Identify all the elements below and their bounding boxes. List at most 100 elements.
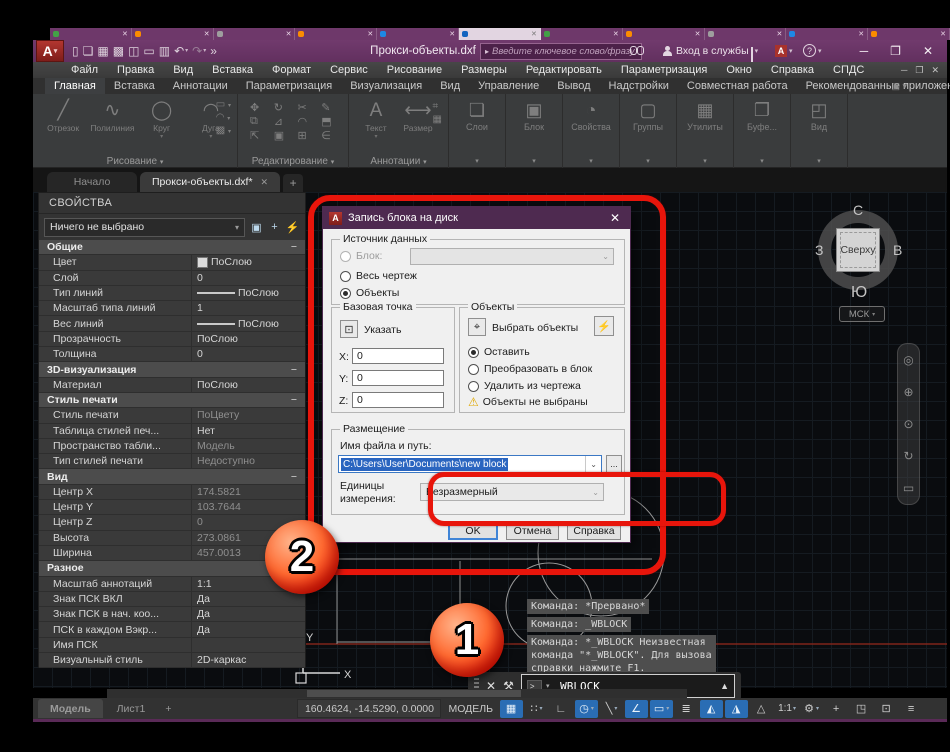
property-row[interactable]: Знак ПСК в нач. коо... Да — [39, 607, 305, 622]
status-toggle-icon[interactable]: ╲▾ — [600, 700, 623, 718]
status-toggle-icon[interactable]: ⚙▾ — [800, 700, 823, 718]
ribbon-panel-button[interactable]: ▢ Группы ▾ — [620, 94, 677, 168]
edit-tool-icon[interactable]: ◠ — [298, 115, 315, 128]
ribbon-tab[interactable]: Главная — [45, 78, 105, 94]
layout-tab[interactable]: Лист1 — [105, 699, 158, 718]
menu-item[interactable]: Формат — [272, 64, 311, 76]
property-row[interactable]: Центр X 174.5821 — [39, 485, 305, 500]
menu-item[interactable]: Вид — [173, 64, 193, 76]
status-toggle-icon[interactable]: 1:1▾ — [775, 700, 798, 718]
background-browser-tab[interactable]: ✕ — [214, 28, 296, 40]
ribbon-panel-button[interactable]: ❏ Слои ▾ — [449, 94, 506, 168]
property-value[interactable]: Да — [191, 607, 305, 621]
menu-item[interactable]: Сервис — [330, 64, 368, 76]
edit-tool-icon[interactable]: ↻ — [274, 101, 291, 114]
edit-tool-icon[interactable]: ✥ — [250, 101, 267, 114]
menu-item[interactable]: Размеры — [461, 64, 507, 76]
horizontal-scrollbar[interactable] — [107, 689, 687, 698]
scrollbar-thumb[interactable] — [307, 690, 521, 697]
status-toggle-icon[interactable]: ∠ — [625, 700, 648, 718]
ribbon-button[interactable]: ◯ Круг ▾ — [140, 100, 184, 140]
qat-button[interactable]: ❏ — [83, 45, 94, 57]
nav-tool-icon[interactable]: ⊕ — [903, 385, 913, 399]
signin-button[interactable]: Вход в службы▾ — [663, 45, 758, 57]
tab-close-icon[interactable]: ✕ — [122, 31, 128, 38]
layout-tab[interactable]: + — [159, 699, 177, 718]
ribbon-options-icon[interactable]: ▣ ▾ — [891, 81, 907, 92]
qat-button[interactable]: ◫ — [128, 45, 139, 57]
qat-button[interactable]: ▥ — [159, 45, 170, 57]
property-value[interactable]: Да — [191, 622, 305, 636]
background-browser-tab[interactable]: ✕ — [50, 28, 132, 40]
ribbon-tab[interactable]: Вид — [431, 78, 469, 94]
qat-button[interactable]: ▩ — [113, 45, 124, 57]
small-tool-icon[interactable]: ▦ — [433, 114, 442, 125]
tab-close-icon[interactable]: ✕ — [204, 31, 210, 38]
property-value[interactable]: ПоСлою — [191, 255, 305, 269]
panel-title[interactable]: Рисование ▾ — [33, 156, 237, 167]
property-row[interactable]: Прозрачность ПоСлою — [39, 332, 305, 347]
ribbon-panel-button[interactable]: ❐ Буфе... ▾ — [734, 94, 791, 168]
edit-tool-icon[interactable]: ✂ — [298, 101, 315, 114]
property-row[interactable]: Визуальный стиль 2D-каркас — [39, 653, 305, 668]
menu-item[interactable]: Рисование — [387, 64, 442, 76]
ribbon-panel-button[interactable]: ▣ Блок ▾ — [506, 94, 563, 168]
edit-tool-icon[interactable]: ⬒ — [321, 115, 338, 128]
edit-tool-icon[interactable]: ⊿ — [274, 115, 291, 128]
status-toggle-icon[interactable]: ◮ — [725, 700, 748, 718]
tab-close-icon[interactable]: ✕ — [613, 31, 619, 38]
background-browser-tab[interactable]: ✕ — [132, 28, 214, 40]
history-toggle-icon[interactable]: ▲ — [720, 681, 729, 691]
property-row[interactable]: Цвет ПоСлою — [39, 255, 305, 270]
property-row[interactable]: Масштаб типа линий 1 — [39, 301, 305, 316]
property-value[interactable]: 174.5821 — [191, 485, 305, 499]
status-toggle-icon[interactable]: ◭ — [700, 700, 723, 718]
selection-dropdown[interactable]: Ничего не выбрано▾ — [44, 218, 245, 237]
edit-tool-icon[interactable]: ✎ — [321, 101, 338, 114]
menu-item[interactable]: СПДС — [833, 64, 864, 76]
edit-tool-icon[interactable]: ∈ — [321, 129, 338, 142]
property-row[interactable]: Вес линий ПоСлою — [39, 316, 305, 331]
status-toggle-icon[interactable]: ◳ — [850, 700, 873, 718]
status-toggle-icon[interactable]: △ — [750, 700, 773, 718]
tab-close-icon[interactable]: ✕ — [776, 31, 782, 38]
status-toggle-icon[interactable]: + — [825, 700, 848, 718]
ribbon-tab[interactable]: Визуализация — [341, 78, 431, 94]
ribbon-tab[interactable]: Рекомендованные приложения — [797, 78, 950, 94]
viewcube-east[interactable]: В — [893, 242, 902, 258]
property-row[interactable]: Таблица стилей печ... Нет — [39, 424, 305, 439]
menu-item[interactable]: Параметризация — [621, 64, 707, 76]
help-search-input[interactable]: ▸ Введите ключевое слово/фразу — [480, 43, 642, 60]
status-toggle-icon[interactable]: ∷▾ — [525, 700, 548, 718]
tab-start[interactable]: Начало — [47, 172, 137, 192]
palette-tool-icon[interactable]: ⚡ — [285, 220, 300, 235]
tab-close-icon[interactable]: ✕ — [695, 31, 701, 38]
ribbon-tab[interactable]: Вывод — [548, 78, 599, 94]
property-row[interactable]: Масштаб аннотаций 1:1 — [39, 577, 305, 592]
property-value[interactable]: 0 — [191, 271, 305, 285]
ribbon-tab[interactable]: Вставка — [105, 78, 164, 94]
ribbon-tab[interactable]: Надстройки — [600, 78, 678, 94]
new-tab-button[interactable]: + — [283, 174, 303, 192]
qat-button[interactable]: ↶▾ — [174, 45, 188, 57]
maximize-button[interactable]: ❐ — [890, 44, 901, 58]
status-toggle-icon[interactable]: ▭▾ — [650, 700, 673, 718]
small-tool-icon[interactable]: ◠ ▾ — [216, 112, 231, 123]
property-value[interactable]: ПоСлою — [191, 332, 305, 346]
palette-title[interactable]: СВОЙСТВА — [39, 193, 305, 214]
menu-item[interactable]: Вставка — [212, 64, 253, 76]
ribbon-panel-button[interactable]: ◔ Свойства ▾ — [563, 94, 620, 168]
property-row[interactable]: Стиль печати ПоЦвету — [39, 408, 305, 423]
autocad-logo-menu[interactable]: A▾ — [36, 40, 64, 62]
ribbon-tab[interactable]: Аннотации — [164, 78, 237, 94]
nav-tool-icon[interactable]: ⊙ — [903, 417, 913, 431]
property-row[interactable]: Центр Z 0 — [39, 515, 305, 530]
property-row[interactable]: Знак ПСК ВКЛ Да — [39, 592, 305, 607]
property-value[interactable]: 1 — [191, 301, 305, 315]
property-row[interactable]: Вид — [39, 469, 305, 484]
nav-tool-icon[interactable]: ◎ — [903, 353, 913, 367]
tab-close-icon[interactable]: ✕ — [531, 31, 537, 38]
property-row[interactable]: Тип стилей печати Недоступно — [39, 454, 305, 469]
qat-button[interactable]: ▭ — [143, 45, 154, 57]
search-expand-icon[interactable]: ▸ — [485, 47, 489, 56]
